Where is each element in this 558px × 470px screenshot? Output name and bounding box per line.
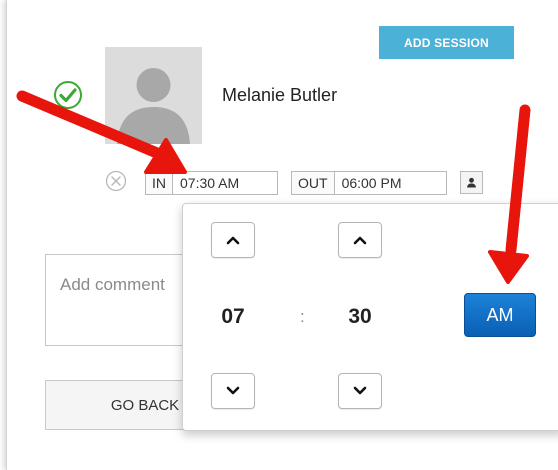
check-circle-icon[interactable] [53, 80, 83, 110]
chevron-up-icon [353, 236, 367, 245]
minute-value: 30 [348, 305, 372, 328]
chevron-up-icon [226, 236, 240, 245]
minute-increment-button[interactable] [338, 222, 382, 258]
minute-decrement-button[interactable] [338, 373, 382, 409]
person-button[interactable] [460, 171, 483, 194]
time-out-value[interactable]: 06:00 PM [335, 175, 409, 191]
x-circle-icon[interactable] [105, 170, 127, 192]
avatar [105, 47, 202, 144]
chevron-down-icon [353, 386, 367, 395]
meridiem-toggle-button[interactable]: AM [464, 293, 536, 337]
add-session-button[interactable]: ADD SESSION [379, 26, 514, 59]
time-picker-popup: 07 : 30 AM [182, 203, 558, 431]
time-in-value[interactable]: 07:30 AM [173, 175, 246, 191]
employee-name: Melanie Butler [222, 85, 338, 105]
chevron-down-icon [226, 386, 240, 395]
user-silhouette-icon [117, 68, 190, 144]
person-icon [467, 177, 476, 188]
time-out-field[interactable]: OUT 06:00 PM [291, 171, 447, 195]
hour-increment-button[interactable] [211, 222, 255, 258]
hour-value: 07 [221, 305, 245, 328]
time-in-label: IN [146, 172, 173, 194]
time-in-field[interactable]: IN 07:30 AM [145, 171, 278, 195]
hour-decrement-button[interactable] [211, 373, 255, 409]
time-out-label: OUT [292, 172, 335, 194]
time-separator: : [300, 307, 305, 326]
